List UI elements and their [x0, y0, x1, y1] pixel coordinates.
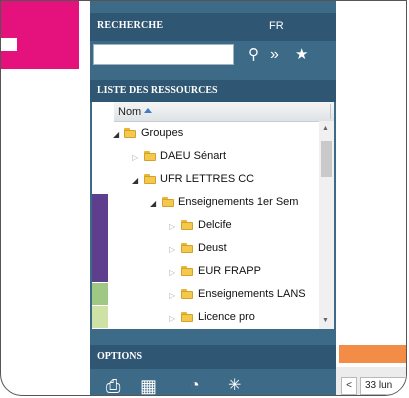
- scroll-up-icon[interactable]: ▲: [322, 125, 329, 132]
- rss-icon[interactable]: ◔: [190, 376, 200, 395]
- folder-icon: [181, 243, 193, 253]
- folder-icon: [181, 312, 193, 322]
- calendar-export-icon[interactable]: ▦: [140, 376, 157, 395]
- resource-tree[interactable]: Nom ◢ Groupes ▷ DAEU Sénart ◢ UFR LETTRE…: [92, 102, 334, 329]
- expand-toggle-icon[interactable]: ◢: [132, 176, 138, 186]
- column-separator: [330, 104, 331, 119]
- date-navigation: < 33 lun: [336, 367, 406, 395]
- expand-toggle-icon[interactable]: ▷: [169, 291, 175, 301]
- brand-logo-block: [1, 1, 79, 69]
- folder-icon: [124, 128, 136, 138]
- star-icon[interactable]: ★: [295, 45, 308, 65]
- options-section-header: OPTIONS: [90, 345, 336, 369]
- folder-icon: [144, 174, 156, 184]
- sparkle-icon[interactable]: ✳: [228, 376, 241, 395]
- main-content-area: [336, 1, 406, 395]
- column-header-label: Nom: [118, 106, 142, 118]
- folder-icon: [162, 197, 174, 207]
- language-selector[interactable]: FR: [269, 20, 284, 32]
- options-title: OPTIONS: [97, 351, 143, 362]
- folder-icon: [144, 151, 156, 161]
- color-tag: [92, 306, 108, 328]
- week-selector[interactable]: 33 lun: [360, 377, 406, 395]
- tree-row-label[interactable]: Licence pro: [198, 310, 255, 324]
- search-title: RECHERCHE: [97, 20, 164, 31]
- tree-row-label[interactable]: DAEU Sénart: [160, 149, 226, 163]
- color-tag: [92, 260, 108, 282]
- logo-bar: [1, 38, 17, 51]
- tree-row-label[interactable]: Deust: [198, 241, 227, 255]
- search-input[interactable]: [93, 44, 234, 65]
- tree-row-label[interactable]: EUR FRAPP: [198, 264, 261, 278]
- expand-toggle-icon[interactable]: ▷: [169, 268, 175, 278]
- expand-toggle-icon[interactable]: ▷: [169, 245, 175, 255]
- tree-scrollbar[interactable]: ▲ ▼: [319, 121, 334, 329]
- scroll-thumb[interactable]: [321, 141, 332, 177]
- left-panel: RECHERCHE FR ⚲ » ★ LISTE DES RESSOURCES …: [90, 1, 336, 395]
- scroll-down-icon[interactable]: ▼: [322, 317, 329, 324]
- tree-row-label[interactable]: Delcife: [198, 218, 232, 232]
- column-header-name[interactable]: Nom: [114, 102, 334, 122]
- search-icon[interactable]: ⚲: [248, 45, 259, 65]
- expand-toggle-icon[interactable]: ◢: [113, 130, 119, 140]
- tree-row-label[interactable]: Enseignements 1er Sem: [178, 195, 298, 209]
- tree-row-label[interactable]: UFR LETTRES CC: [160, 172, 254, 186]
- screenshot-frame: RECHERCHE FR ⚲ » ★ LISTE DES RESSOURCES …: [0, 0, 407, 396]
- color-tag: [92, 238, 108, 260]
- expand-toggle-icon[interactable]: ▷: [169, 222, 175, 232]
- folder-icon: [181, 220, 193, 230]
- timeline-bar: [339, 345, 406, 363]
- sort-ascending-icon: [144, 108, 152, 113]
- options-toolbar: [90, 369, 336, 395]
- resources-section-header: LISTE DES RESSOURCES: [90, 80, 336, 102]
- double-chevron-icon[interactable]: »: [270, 45, 279, 65]
- tree-row-label[interactable]: Enseignements LANS: [198, 287, 306, 301]
- tree-row-label[interactable]: Groupes: [141, 126, 183, 140]
- expand-toggle-icon[interactable]: ▷: [169, 314, 175, 324]
- previous-week-button[interactable]: <: [341, 377, 357, 395]
- resources-title: LISTE DES RESSOURCES: [97, 85, 218, 96]
- folder-icon: [181, 266, 193, 276]
- color-tag: [92, 194, 108, 216]
- color-tag: [92, 283, 108, 305]
- search-section-header: RECHERCHE FR: [90, 13, 336, 41]
- folder-icon: [181, 289, 193, 299]
- color-tag: [92, 216, 108, 238]
- expand-toggle-icon[interactable]: ◢: [150, 199, 156, 209]
- expand-toggle-icon[interactable]: ▷: [132, 153, 138, 163]
- print-icon[interactable]: ⎙: [106, 376, 120, 395]
